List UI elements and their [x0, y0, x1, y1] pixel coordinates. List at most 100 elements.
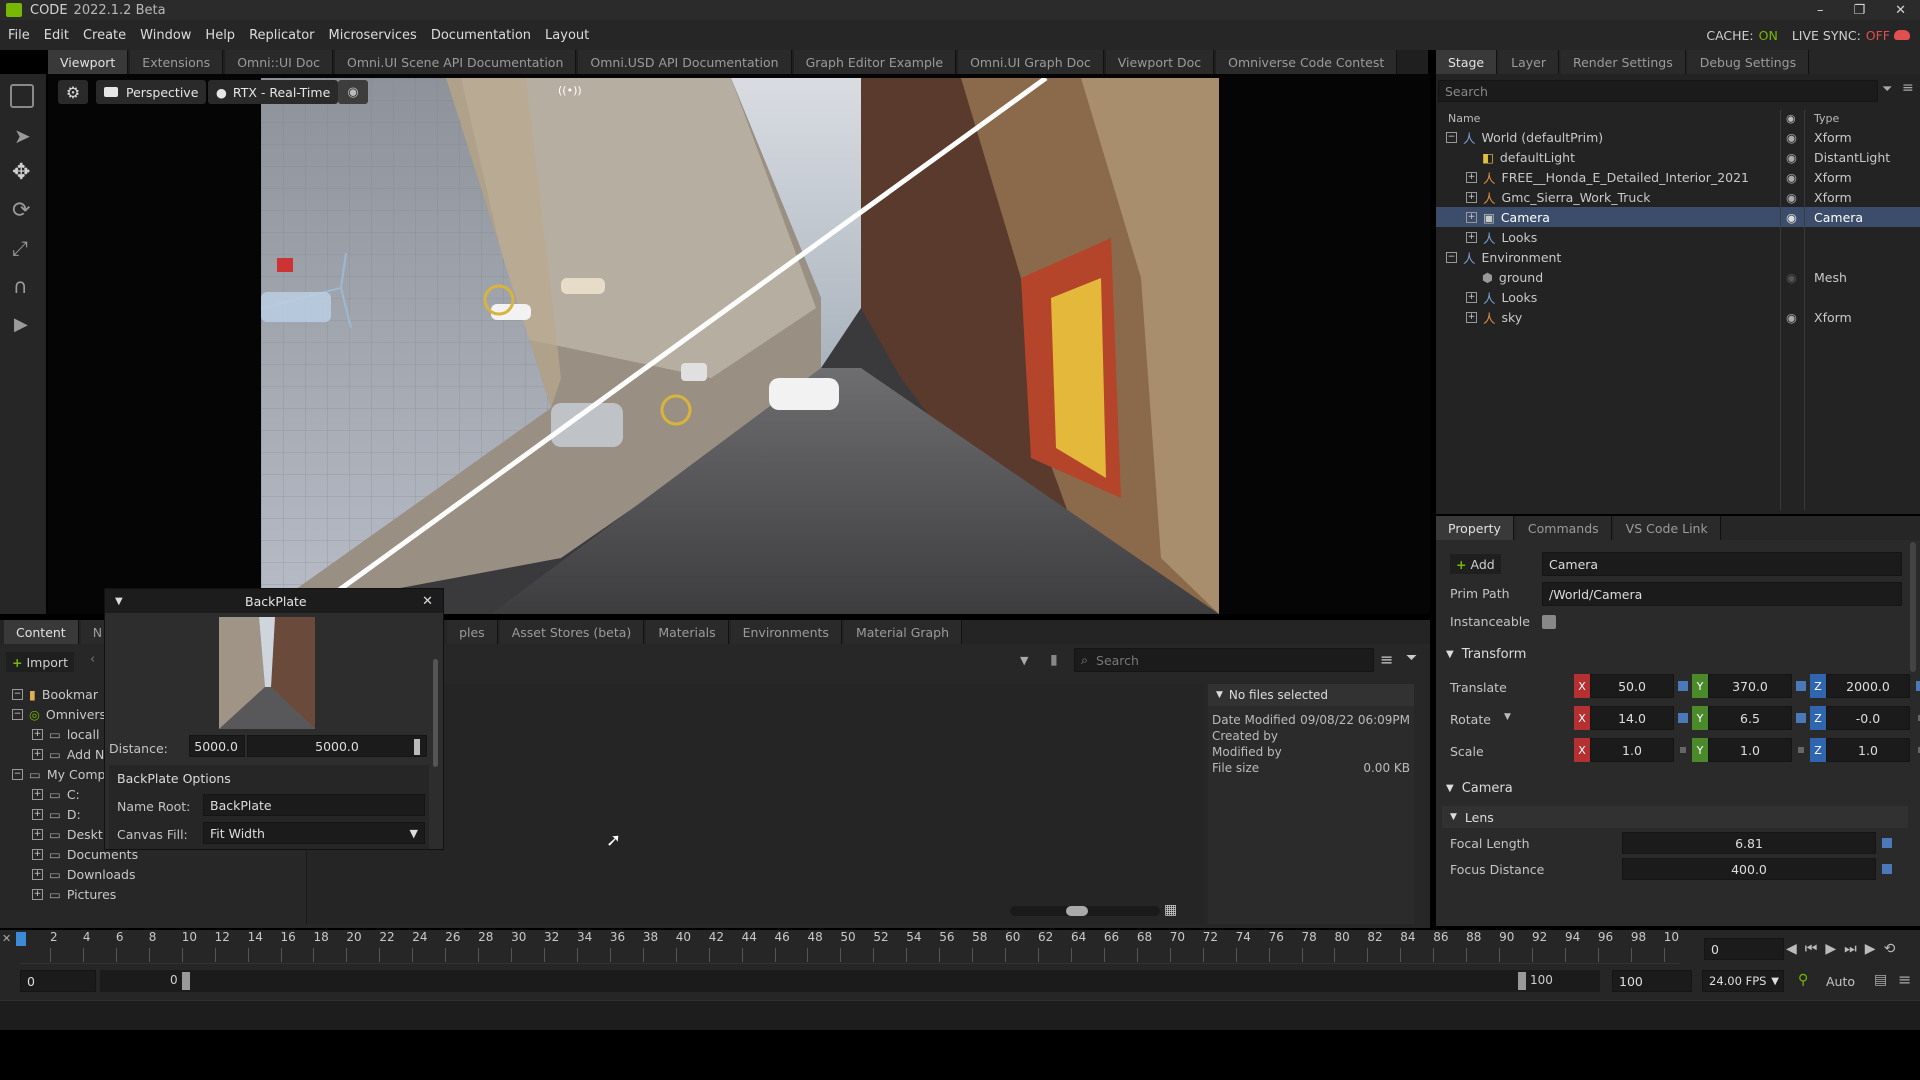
focus-distance-field[interactable]: 400.0: [1622, 858, 1876, 880]
tree-row-selected[interactable]: + ▣ Camera ◉ Camera: [1436, 207, 1920, 227]
menu-replicator[interactable]: Replicator: [249, 28, 314, 43]
timeline-close-icon[interactable]: ✕: [2, 932, 11, 945]
eye-icon[interactable]: ◉: [1786, 130, 1797, 145]
keyframe-toggle-icon[interactable]: [1796, 681, 1806, 691]
tab-layer[interactable]: Layer: [1499, 50, 1559, 74]
keyframe-toggle-icon[interactable]: [1798, 747, 1804, 753]
close-icon[interactable]: ✕: [422, 594, 433, 609]
menu-edit[interactable]: Edit: [44, 28, 69, 43]
collapse-icon[interactable]: −: [12, 708, 23, 720]
playhead-icon[interactable]: [16, 932, 26, 946]
collapse-icon[interactable]: −: [1446, 131, 1457, 143]
path-dropdown-icon[interactable]: ▼: [1020, 654, 1028, 667]
backplate-scrollbar[interactable]: [433, 659, 438, 767]
cache-status[interactable]: ON: [1759, 28, 1778, 43]
tab-material-graph[interactable]: Material Graph: [843, 620, 963, 644]
collapse-triangle-icon[interactable]: ▼: [115, 596, 123, 607]
tab-asset-stores[interactable]: Asset Stores (beta): [499, 620, 645, 644]
timeline-ruler[interactable]: 2 4 6 8 10 12 14 16 18 20 22 24 26 28 30 32 34 36 38 40 42 44…: [20, 930, 1680, 964]
step-back-icon[interactable]: ◀: [1786, 941, 1797, 957]
tab-omni-usd-api[interactable]: Omni.USD API Documentation: [578, 50, 792, 74]
translate-x-field[interactable]: 50.0: [1590, 674, 1674, 698]
expand-icon[interactable]: +: [1466, 231, 1477, 243]
collapse-icon[interactable]: −: [12, 688, 23, 700]
tab-viewport-doc[interactable]: Viewport Doc: [1105, 50, 1215, 74]
rotate-icon[interactable]: ⟳: [12, 198, 30, 223]
backplate-title-bar[interactable]: ▼ BackPlate ✕: [105, 589, 443, 613]
clapper-icon[interactable]: ▤: [1874, 972, 1887, 988]
tab-stage[interactable]: Stage: [1436, 50, 1498, 74]
tree-row[interactable]: ◧ defaultLight ◉ DistantLight: [1436, 147, 1920, 167]
select-mode-icon[interactable]: [10, 84, 34, 108]
play-icon[interactable]: ▶: [1825, 941, 1836, 957]
maximize-button[interactable]: ❐: [1853, 3, 1865, 18]
viewport-settings-button[interactable]: ⚙: [58, 80, 88, 104]
tree-row[interactable]: + 人 FREE__Honda_E_Detailed_Interior_2021…: [1436, 167, 1920, 187]
rotate-y-field[interactable]: 6.5: [1708, 706, 1792, 730]
expand-icon[interactable]: +: [1466, 211, 1477, 223]
stage-search-field[interactable]: Search: [1438, 80, 1878, 102]
expand-icon[interactable]: +: [32, 868, 43, 880]
keyframe-toggle-icon[interactable]: [1882, 838, 1892, 848]
prim-path-field[interactable]: /World/Camera: [1542, 582, 1902, 606]
rotate-z-field[interactable]: -0.0: [1826, 706, 1910, 730]
slider-thumb[interactable]: [1066, 906, 1088, 916]
expand-icon[interactable]: +: [32, 728, 43, 740]
tab-omni-ui-graph-doc[interactable]: Omni.UI Graph Doc: [958, 50, 1104, 74]
distance-field[interactable]: 5000.0: [189, 735, 245, 757]
close-window-button[interactable]: ✕: [1895, 3, 1906, 18]
tab-debug-settings[interactable]: Debug Settings: [1687, 50, 1810, 74]
menu-microservices[interactable]: Microservices: [329, 28, 417, 43]
lens-section-header[interactable]: ▼ Lens: [1442, 806, 1908, 828]
end-frame-field[interactable]: 100: [1612, 970, 1692, 992]
keyframe-toggle-icon[interactable]: [1678, 681, 1688, 691]
range-end-handle[interactable]: [1518, 972, 1526, 990]
range-slider[interactable]: 0 100: [100, 970, 1600, 992]
menu-file[interactable]: File: [8, 28, 30, 43]
instanceable-checkbox[interactable]: [1542, 615, 1556, 629]
filter-icon[interactable]: ⏷: [1882, 82, 1892, 97]
step-forward-icon[interactable]: ▶: [1865, 941, 1876, 957]
expand-icon[interactable]: +: [32, 808, 43, 820]
tab-omni-ui-scene-api[interactable]: Omni.UI Scene API Documentation: [334, 50, 577, 74]
tab-omniverse-code-contest[interactable]: Omniverse Code Contest: [1216, 50, 1398, 74]
tab-commands[interactable]: Commands: [1515, 516, 1612, 540]
name-root-field[interactable]: BackPlate: [203, 794, 425, 816]
collapse-icon[interactable]: −: [1446, 251, 1457, 263]
menu-help[interactable]: Help: [205, 28, 235, 43]
content-tree-row[interactable]: + ▭ Downloads: [12, 864, 302, 884]
rotate-order-dropdown-icon[interactable]: ▼: [1504, 712, 1511, 722]
tree-row[interactable]: − 人 World (defaultPrim) ◉ Xform: [1436, 127, 1920, 147]
col-type[interactable]: Type: [1814, 112, 1839, 125]
collapse-icon[interactable]: −: [12, 768, 23, 780]
start-frame-field[interactable]: 0: [20, 970, 96, 992]
transform-section-header[interactable]: ▼ Transform: [1436, 642, 1920, 666]
tab-graph-editor-example[interactable]: Graph Editor Example: [793, 50, 957, 74]
content-tree-row[interactable]: + ▭ Pictures: [12, 884, 302, 904]
keyframe-toggle-icon[interactable]: [1680, 747, 1686, 753]
eye-icon[interactable]: ◉: [1786, 150, 1797, 165]
visibility-button[interactable]: ◉: [338, 80, 368, 104]
timeline-menu-icon[interactable]: ≡: [1898, 970, 1911, 989]
expand-icon[interactable]: +: [1466, 191, 1477, 203]
select-arrow-icon[interactable]: ➤: [14, 124, 31, 148]
menu-documentation[interactable]: Documentation: [431, 28, 531, 43]
snap-icon[interactable]: ∩: [13, 274, 28, 298]
tab-content[interactable]: Content: [4, 620, 79, 644]
menu-create[interactable]: Create: [83, 28, 126, 43]
add-button[interactable]: + Add: [1450, 554, 1501, 574]
expand-icon[interactable]: +: [32, 888, 43, 900]
back-arrow-icon[interactable]: ‹: [90, 652, 95, 667]
tree-row[interactable]: + 人 Looks: [1436, 227, 1920, 247]
tree-row[interactable]: + 人 Gmc_Sierra_Work_Truck ◉ Xform: [1436, 187, 1920, 207]
current-frame-field[interactable]: 0: [1704, 938, 1784, 960]
tab-omni-ui-doc[interactable]: Omni::UI Doc: [225, 50, 333, 74]
rotate-x-field[interactable]: 14.0: [1590, 706, 1674, 730]
prim-name-field[interactable]: Camera: [1542, 552, 1902, 576]
keyframe-toggle-icon[interactable]: [1916, 681, 1920, 691]
property-scrollbar[interactable]: [1910, 542, 1916, 672]
camera-section-header[interactable]: ▼ Camera: [1436, 776, 1920, 800]
tab-viewport[interactable]: Viewport: [48, 50, 129, 74]
tree-row[interactable]: + 人 sky ◉ Xform: [1436, 307, 1920, 327]
tree-row[interactable]: + 人 Looks: [1436, 287, 1920, 307]
